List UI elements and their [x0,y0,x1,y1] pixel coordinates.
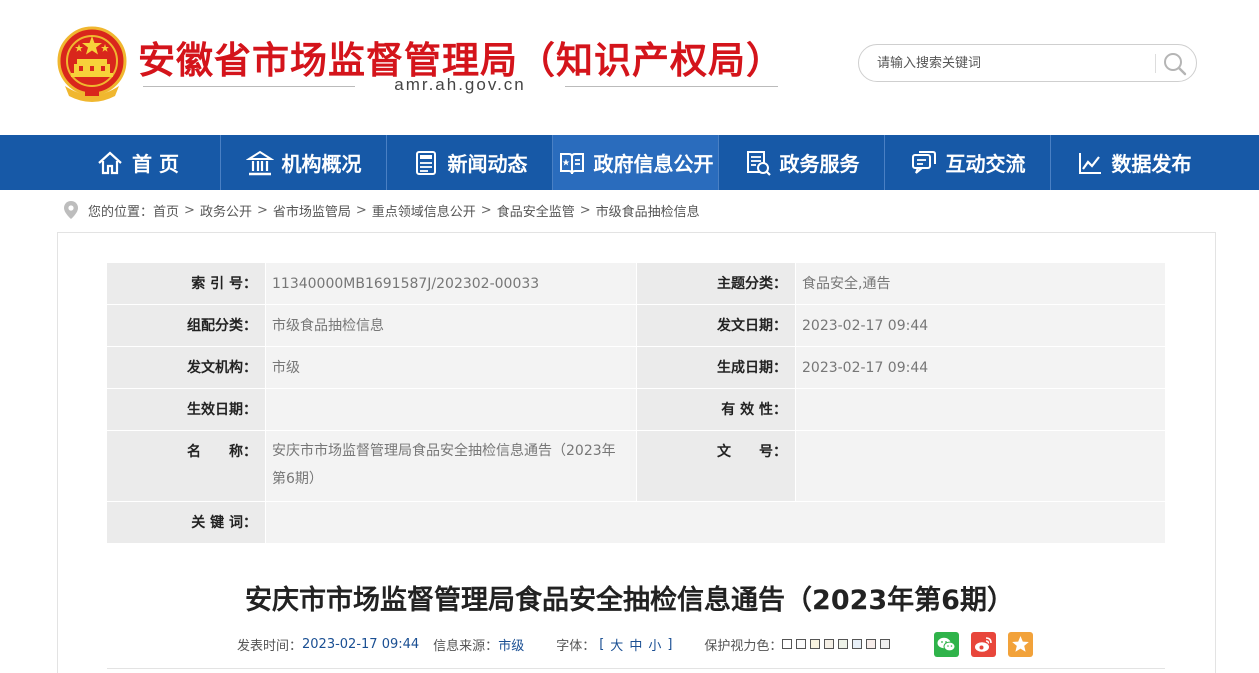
divider-line [565,86,778,87]
site-domain-wrap: amr.ah.gov.cn [143,75,778,97]
meta-row: 名 称： 安庆市市场监督管理局食品安全抽检信息通告（2023年第6期） 文 号： [107,431,1165,501]
nav-item-home[interactable]: 首 页 [55,135,220,190]
font-size-small-button[interactable]: 小 [648,635,661,654]
eye-color-swatch[interactable] [810,639,821,649]
created-date-value: 2023-02-17 09:44 [796,347,1165,388]
topic-value: 食品安全,通告 [796,263,1165,304]
validity-value [796,389,1165,430]
chart-icon [1078,152,1101,174]
nav-label: 机构概况 [281,152,362,176]
meta-row: 生效日期： 有 效 性： [107,389,1165,430]
nav-label: 互动交流 [945,152,1026,176]
divider-line [143,86,355,87]
nav-label: 新闻动态 [447,152,528,176]
eye-color-swatch[interactable] [796,639,807,649]
breadcrumb-separator: > [256,202,268,218]
breadcrumb-prefix: 您的位置： [88,204,154,220]
nav-item-news[interactable]: 新闻动态 [387,135,552,190]
breadcrumb-link-food-safety[interactable]: 食品安全监管 [497,201,575,220]
nav-item-gov-info[interactable]: 政府信息公开 [553,135,718,190]
breadcrumb: 您的位置： 首页 > 政务公开 > 省市场监管局 > 重点领域信息公开 > 食品… [64,200,700,220]
national-emblem-icon [57,26,127,102]
nav-label: 政务服务 [779,152,860,176]
location-pin-icon [64,201,78,219]
index-value: 11340000MB1691587J/202302-00033 [266,263,636,304]
font-size-bracket-open: [ [599,636,605,652]
home-icon [98,151,122,174]
issue-date-label: 发文日期： [637,305,795,346]
name-label: 名 称： [107,431,265,501]
breadcrumb-separator: > [184,202,195,218]
eye-color-swatch[interactable] [838,639,849,649]
star-icon[interactable] [1008,632,1033,657]
doc-number-value [796,431,1165,501]
eye-color-swatch[interactable] [866,639,877,649]
publish-time-value: 2023-02-17 09:44 [302,636,420,652]
chat-icon [911,150,936,174]
meta-row: 组配分类： 市级食品抽检信息 发文日期： 2023-02-17 09:44 [107,305,1165,346]
effective-date-label: 生效日期： [107,389,265,430]
created-date-label: 生成日期： [637,347,795,388]
effective-date-value [266,389,636,430]
topic-label: 主题分类： [637,263,795,304]
keywords-value [266,502,1165,543]
article-title: 安庆市市场监督管理局食品安全抽检信息通告（2023年第6期） [245,585,1014,616]
nav-label: 数据发布 [1111,152,1192,176]
font-size-bracket-close: ] [667,636,673,652]
eye-color-swatch[interactable] [782,639,793,649]
article-info-bar: 发表时间： 2023-02-17 09:44 信息来源： 市级 字体： [ 大 … [237,634,894,654]
nav-item-interaction[interactable]: 互动交流 [885,135,1050,190]
meta-row: 发文机构： 市级 生成日期： 2023-02-17 09:44 [107,347,1165,388]
publish-time-label: 发表时间： [237,638,303,654]
breadcrumb-link-home[interactable]: 首页 [153,201,179,220]
breadcrumb-link-gov-affairs[interactable]: 政务公开 [200,201,252,220]
breadcrumb-link-key-areas[interactable]: 重点领域信息公开 [372,201,476,220]
eye-color-swatch[interactable] [852,639,863,649]
nav-item-services[interactable]: 政务服务 [719,135,884,190]
wechat-icon[interactable] [934,632,959,657]
breadcrumb-separator: > [355,202,367,218]
search-divider [1155,54,1156,73]
nav-item-organization[interactable]: 机构概况 [221,135,386,190]
font-size-label: 字体： [556,638,596,654]
meta-row: 关 键 词： [107,502,1165,543]
search-input[interactable] [877,53,1147,73]
meta-row: 索 引 号： 11340000MB1691587J/202302-00033 主… [107,263,1165,304]
name-value: 安庆市市场监督管理局食品安全抽检信息通告（2023年第6期） [266,431,636,501]
font-size-large-button[interactable]: 大 [610,635,623,654]
breadcrumb-link-city-sampling[interactable]: 市级食品抽检信息 [596,201,700,220]
doc-number-label: 文 号： [637,431,795,501]
info-book-icon [559,152,584,174]
weibo-icon[interactable] [971,632,996,657]
eye-color-swatch[interactable] [880,639,891,649]
source-label: 信息来源： [433,638,499,654]
breadcrumb-separator: > [480,202,492,218]
nav-label: 政府信息公开 [593,152,714,176]
validity-label: 有 效 性： [637,389,795,430]
index-label: 索 引 号： [107,263,265,304]
issuer-label: 发文机构： [107,347,265,388]
search-box [858,44,1197,82]
eye-protection-label: 保护视力色： [704,638,783,654]
search-icon[interactable] [1162,51,1188,77]
keywords-label: 关 键 词： [107,502,265,543]
site-header: 安徽省市场监督管理局（知识产权局） amr.ah.gov.cn [0,0,1259,135]
news-icon [415,150,436,175]
issuer-value: 市级 [266,347,636,388]
main-nav: 首 页 机构概况 新闻动态 政府信息公开 政务服务 互动交流 数据发布 [0,135,1259,190]
divider-line [107,668,1165,669]
nav-item-data[interactable]: 数据发布 [1051,135,1216,190]
breadcrumb-link-provincial-bureau[interactable]: 省市场监管局 [273,201,351,220]
site-domain: amr.ah.gov.cn [394,75,526,94]
source-value: 市级 [498,638,525,654]
building-icon [245,150,274,175]
breadcrumb-separator: > [579,202,591,218]
service-doc-icon [746,150,771,176]
eye-color-swatch[interactable] [824,639,835,649]
font-size-medium-button[interactable]: 中 [629,635,642,654]
group-label: 组配分类： [107,305,265,346]
issue-date-value: 2023-02-17 09:44 [796,305,1165,346]
nav-label: 首 页 [132,152,179,176]
group-value: 市级食品抽检信息 [266,305,636,346]
